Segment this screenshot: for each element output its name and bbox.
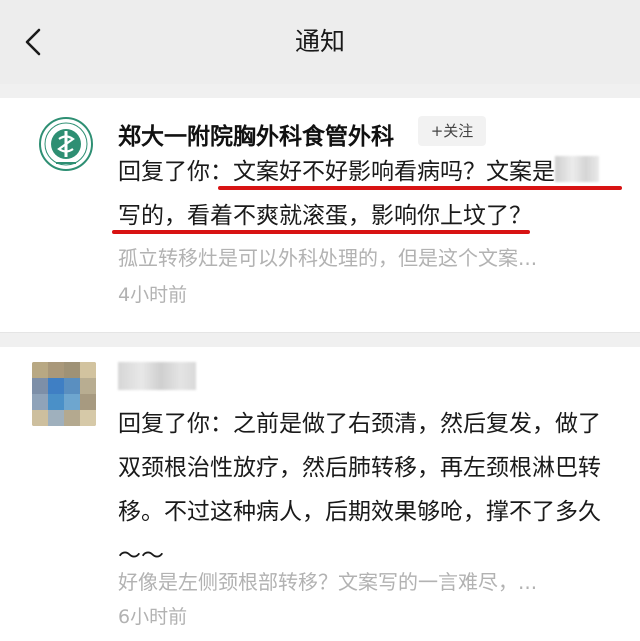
reply-text: 回复了你：文案好不好影响看病吗？文案是 写的，看着不爽就滚蛋，影响你上坟了？ (118, 150, 618, 238)
quoted-comment[interactable]: 孤立转移灶是可以外科处理的，但是这个文案... (118, 242, 618, 271)
redacted-user-name[interactable] (118, 362, 196, 390)
timestamp: 4小时前 (118, 284, 188, 306)
highlight-underline (218, 186, 622, 190)
redacted-text (555, 156, 599, 182)
reply-line-3: 移。不过这种病人，后期效果够呛，撑不了多久 (118, 499, 601, 525)
reply-prefix: 回复了你： (118, 159, 233, 185)
hospital-logo-avatar[interactable] (38, 116, 94, 172)
nav-bar: 通知 (0, 0, 640, 84)
separator-top (0, 84, 640, 98)
separator-middle (0, 333, 640, 347)
back-button[interactable] (14, 22, 54, 62)
follow-button[interactable]: +关注 (418, 116, 486, 146)
page-title: 通知 (294, 27, 345, 56)
account-name[interactable]: 郑大一附院胸外科食管外科 (118, 117, 394, 151)
highlight-underline (112, 230, 530, 234)
pixelated-avatar-icon (32, 362, 96, 426)
reply-line-1: 文案好不好影响看病吗？文案是 (233, 159, 555, 185)
quoted-comment[interactable]: 好像是左侧颈根部转移？文案写的一言难尽，... (118, 566, 618, 595)
reply-text: 回复了你：之前是做了右颈清，然后复发，做了 双颈根治性放疗，然后肺转移，再左颈根… (118, 402, 618, 578)
reply-line-2: 写的，看着不爽就滚蛋，影响你上坟了？ (118, 203, 532, 229)
chevron-left-icon (25, 28, 41, 56)
reply-line-1: 回复了你：之前是做了右颈清，然后复发，做了 (118, 411, 601, 437)
timestamp: 6小时前 (118, 606, 188, 628)
reply-line-2: 双颈根治性放疗，然后肺转移，再左颈根淋巴转 (118, 455, 601, 481)
user-avatar[interactable] (32, 362, 96, 426)
hospital-logo-icon (39, 117, 93, 171)
